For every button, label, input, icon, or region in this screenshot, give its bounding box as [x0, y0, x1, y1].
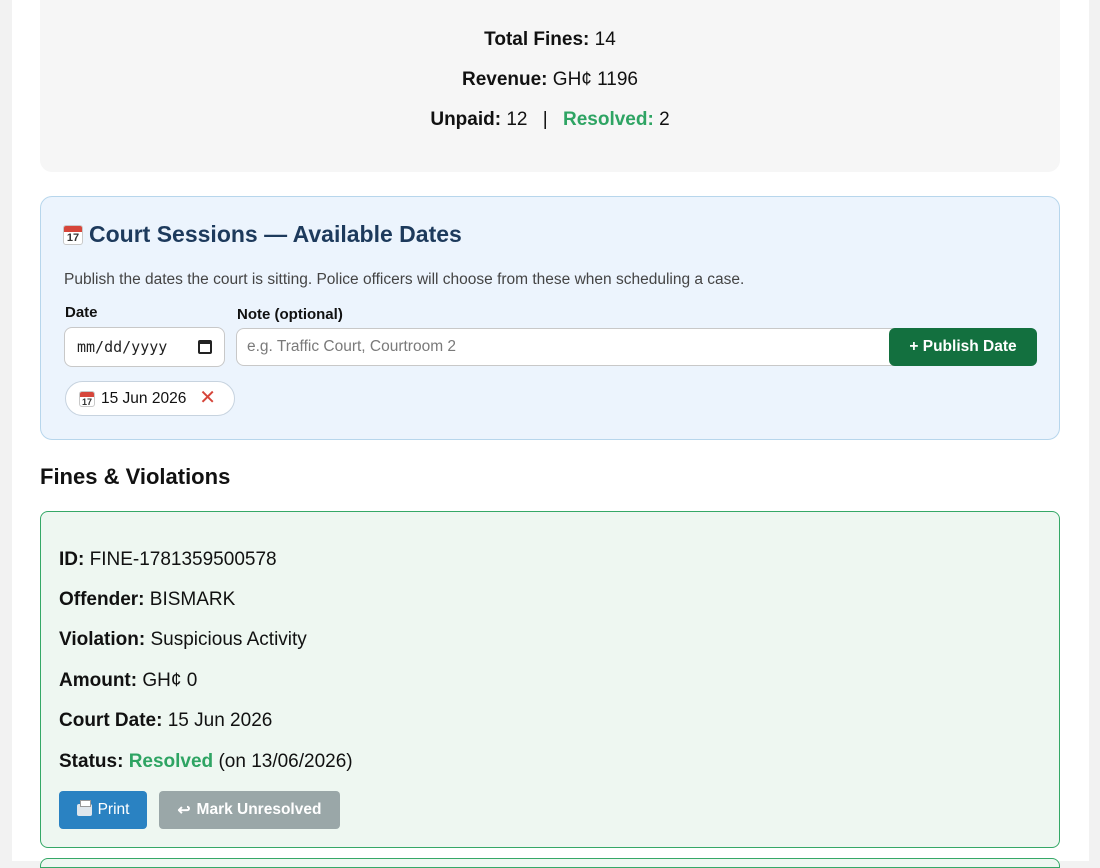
- page: Total Fines: 14 Revenue: GH¢ 1196 Unpaid…: [12, 0, 1089, 868]
- revenue-value: GH¢ 1196: [552, 69, 638, 90]
- resolved-value: 2: [659, 109, 670, 130]
- revenue-line: Revenue: GH¢ 1196: [40, 68, 1060, 92]
- date-input[interactable]: mm/dd/yyyy: [64, 327, 225, 367]
- fine-id-row: ID: FINE-1781359500578: [59, 549, 277, 571]
- fine-status-label: Status:: [59, 751, 124, 772]
- fine-offender-value: BISMARK: [149, 589, 236, 610]
- fines-summary-panel: Total Fines: 14 Revenue: GH¢ 1196 Unpaid…: [40, 0, 1060, 172]
- total-fines-line: Total Fines: 14: [40, 28, 1060, 52]
- court-date-chip-label: 15 Jun 2026: [101, 389, 187, 407]
- fine-violation-row: Violation: Suspicious Activity: [59, 629, 307, 651]
- fine-violation-value: Suspicious Activity: [150, 629, 307, 650]
- fine-status-value: Resolved: [128, 751, 214, 772]
- court-sessions-title-text: Court Sessions — Available Dates: [89, 221, 462, 247]
- fine-violation-label: Violation:: [59, 629, 146, 650]
- fine-amount-label: Amount:: [59, 670, 138, 691]
- fine-offender-label: Offender:: [59, 589, 145, 610]
- remove-date-icon[interactable]: ✕: [199, 388, 216, 408]
- undo-icon: ↩: [177, 801, 191, 819]
- court-sessions-panel: 17 Court Sessions — Available Dates Publ…: [40, 196, 1060, 440]
- court-sessions-description: Publish the dates the court is sitting. …: [64, 271, 745, 288]
- mark-unresolved-button[interactable]: ↩ Mark Unresolved: [159, 791, 340, 829]
- stats-separator: |: [542, 109, 548, 130]
- fine-status-note: (on 13/06/2026): [218, 751, 353, 772]
- unpaid-resolved-line: Unpaid: 12 | Resolved: 2: [40, 108, 1060, 132]
- court-date-chip: 17 15 Jun 2026 ✕: [65, 381, 235, 416]
- fine-amount-value: GH¢ 0: [142, 670, 198, 691]
- print-button-label: Print: [97, 801, 130, 818]
- calendar-icon: 17: [79, 390, 95, 407]
- unpaid-label: Unpaid:: [430, 109, 502, 130]
- note-input[interactable]: [236, 328, 896, 366]
- fine-court-date-row: Court Date: 15 Jun 2026: [59, 710, 272, 732]
- fine-court-date-value: 15 Jun 2026: [167, 710, 273, 731]
- fine-id-label: ID:: [59, 549, 85, 570]
- mark-unresolved-label: Mark Unresolved: [196, 801, 322, 818]
- calendar-icon: 17: [63, 224, 83, 245]
- fine-amount-row: Amount: GH¢ 0: [59, 670, 197, 692]
- fine-offender-row: Offender: BISMARK: [59, 589, 235, 611]
- print-button[interactable]: Print: [59, 791, 147, 829]
- next-fine-card: [40, 858, 1060, 868]
- court-sessions-title: 17 Court Sessions — Available Dates: [63, 221, 462, 248]
- resolved-label: Resolved:: [562, 109, 654, 130]
- revenue-label: Revenue:: [461, 69, 548, 90]
- unpaid-value: 12: [506, 109, 528, 130]
- publish-date-button[interactable]: + Publish Date: [889, 328, 1037, 366]
- fine-id-value: FINE-1781359500578: [89, 549, 277, 570]
- date-picker-icon[interactable]: [198, 340, 212, 354]
- fine-card: ID: FINE-1781359500578 Offender: BISMARK…: [40, 511, 1060, 848]
- fines-section-title: Fines & Violations: [40, 464, 231, 489]
- fine-court-date-label: Court Date:: [59, 710, 163, 731]
- total-fines-label: Total Fines:: [484, 29, 590, 50]
- total-fines-value: 14: [594, 29, 616, 50]
- fine-status-row: Status: Resolved (on 13/06/2026): [59, 751, 353, 773]
- date-input-placeholder: mm/dd/yyyy: [77, 338, 168, 356]
- date-label: Date: [65, 304, 98, 321]
- note-label: Note (optional): [237, 306, 343, 323]
- printer-icon: [76, 800, 92, 816]
